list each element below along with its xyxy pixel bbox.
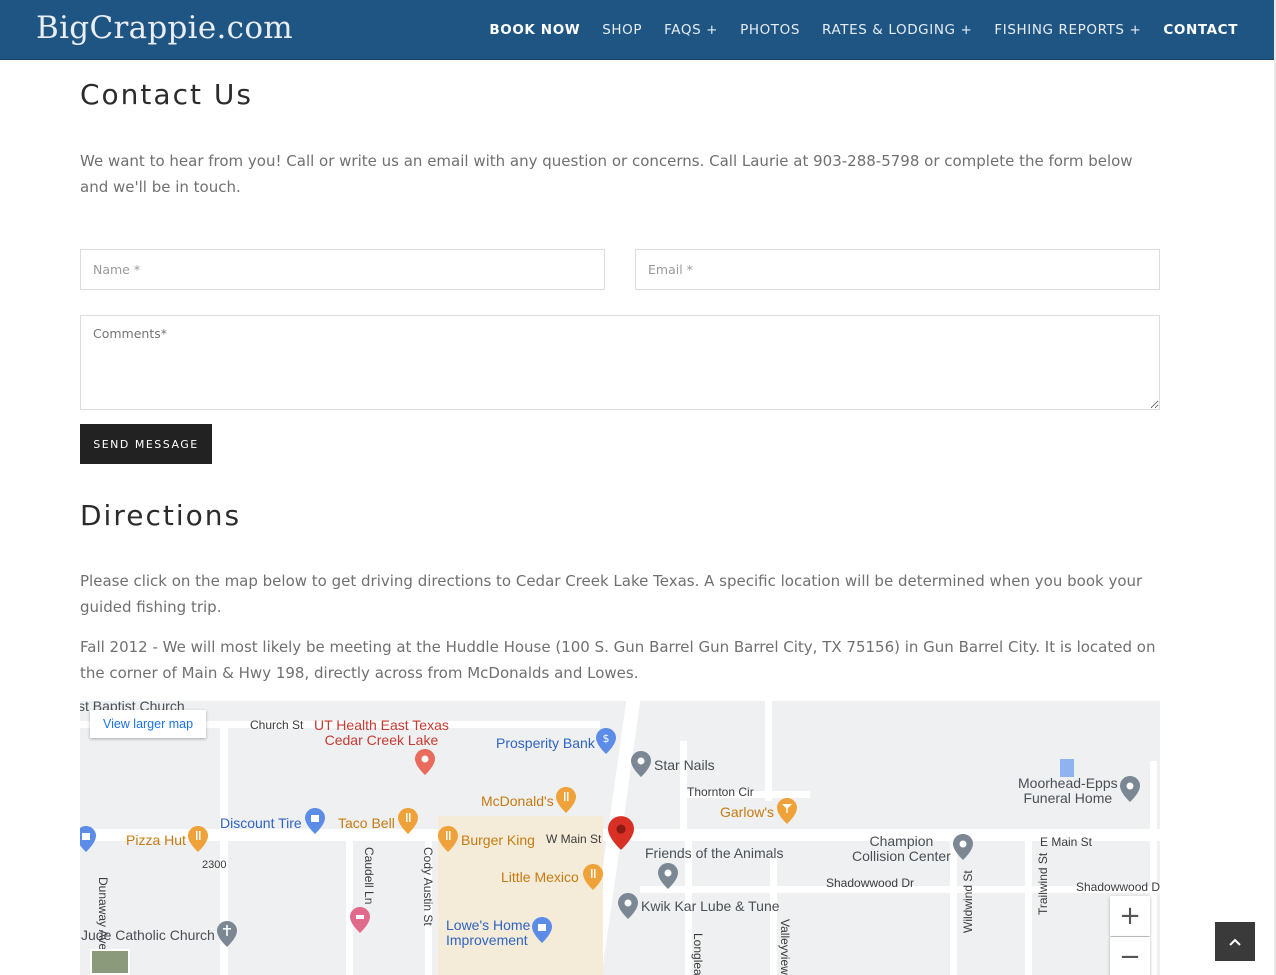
place-taco-bell[interactable]: Taco Bell xyxy=(338,815,395,831)
email-input[interactable] xyxy=(635,249,1160,290)
hotel-pin-icon[interactable] xyxy=(350,907,370,933)
place-garlows[interactable]: Garlow's xyxy=(720,804,774,820)
discount-tire-pin-icon[interactable] xyxy=(305,808,325,834)
nav-item-contact[interactable]: CONTACT xyxy=(1163,22,1238,38)
send-message-button[interactable]: SEND MESSAGE xyxy=(80,424,212,464)
google-map[interactable]: W Main St E Main St Church St Thornton C… xyxy=(80,701,1160,975)
zoom-out-button[interactable]: − xyxy=(1110,937,1150,975)
label-longleaf: Longlea xyxy=(691,933,705,975)
place-little-mexico[interactable]: Little Mexico xyxy=(501,869,579,885)
place-moorhead-epps[interactable]: Moorhead-Epps Funeral Home xyxy=(1018,776,1118,806)
place-prosperity-bank[interactable]: Prosperity Bank xyxy=(496,735,595,751)
label-hwy: 2300 xyxy=(202,859,227,871)
label-e-main: E Main St xyxy=(1040,835,1093,849)
bank-pin-icon[interactable]: $ xyxy=(596,728,616,754)
road-thornton-3 xyxy=(765,701,772,801)
little-mexico-pin-icon[interactable] xyxy=(583,864,603,890)
kwik-kar-pin-icon[interactable] xyxy=(618,893,638,919)
label-shadowwood-2: Shadowwood Dr xyxy=(1076,880,1160,894)
road-trailwind xyxy=(1025,841,1032,975)
directions-paragraph-1: Please click on the map below to get dri… xyxy=(80,572,1143,616)
label-cody: Cody Austin St xyxy=(421,847,435,926)
nav-item-photos[interactable]: PHOTOS xyxy=(740,22,800,38)
place-ut-health[interactable]: UT Health East Texas Cedar Creek Lake xyxy=(314,718,449,748)
label-church: Church St xyxy=(250,718,304,732)
place-mcdonalds[interactable]: McDonald's xyxy=(481,793,554,809)
road-wildwind xyxy=(950,841,957,975)
directions-paragraph-2: Fall 2012 - We will most likely be meeti… xyxy=(80,638,1156,682)
funeral-home-pin-icon[interactable] xyxy=(1120,776,1140,802)
place-burger-king[interactable]: Burger King xyxy=(461,832,535,848)
directions-title: Directions xyxy=(80,499,242,532)
location-marker-icon[interactable] xyxy=(608,815,634,851)
contact-intro: We want to hear from you! Call or write … xyxy=(80,152,1133,196)
burger-king-pin-icon[interactable] xyxy=(438,826,458,852)
view-larger-map-link[interactable]: View larger map xyxy=(90,710,206,738)
place-champion-collision[interactable]: Champion Collision Center xyxy=(852,834,951,864)
place-star-nails[interactable]: Star Nails xyxy=(654,757,715,773)
label-valleyview: Valleyview xyxy=(778,919,792,975)
collision-center-pin-icon[interactable] xyxy=(953,834,973,860)
ut-health-pin-icon[interactable] xyxy=(415,749,435,775)
road-thornton-1 xyxy=(680,741,687,831)
place-lowes[interactable]: Lowe's Home Improvement xyxy=(446,918,530,948)
svg-text:$: $ xyxy=(603,732,610,745)
label-w-main: W Main St xyxy=(546,832,602,846)
friends-animals-pin-icon[interactable] xyxy=(658,863,678,889)
store-pin-icon[interactable] xyxy=(80,826,96,852)
zoom-in-button[interactable]: + xyxy=(1110,896,1150,936)
place-kwik-kar[interactable]: Kwik Kar Lube & Tune xyxy=(641,898,780,914)
taco-bell-pin-icon[interactable] xyxy=(398,808,418,834)
church-pin-icon[interactable] xyxy=(217,921,237,947)
pizza-hut-pin-icon[interactable] xyxy=(188,826,208,852)
place-discount-tire[interactable]: Discount Tire xyxy=(220,815,302,831)
label-wildwind: Wildwind St xyxy=(961,870,975,933)
name-input[interactable] xyxy=(80,249,605,290)
map-blue-building xyxy=(1060,759,1074,777)
nav-item-book-now[interactable]: BOOK NOW xyxy=(489,22,580,38)
back-to-top-button[interactable] xyxy=(1215,922,1255,961)
site-logo[interactable]: BigCrappie.com xyxy=(36,10,293,46)
place-jude-church[interactable]: Jude Catholic Church xyxy=(81,927,215,943)
star-nails-pin-icon[interactable] xyxy=(631,751,651,777)
lowes-pin-icon[interactable] xyxy=(532,917,552,943)
label-trailwind: Trailwind St xyxy=(1036,852,1050,915)
label-shadowwood-1: Shadowwood Dr xyxy=(826,876,915,890)
place-friends-animals[interactable]: Friends of the Animals xyxy=(645,845,784,861)
chevron-up-icon xyxy=(1229,938,1241,946)
nav-item-shop[interactable]: SHOP xyxy=(602,22,642,38)
nav-item-rates-lodging[interactable]: RATES & LODGING + xyxy=(822,22,972,38)
label-thornton: Thornton Cir xyxy=(687,785,754,799)
label-caudell: Caudell Ln xyxy=(362,847,376,905)
contact-title: Contact Us xyxy=(80,78,253,111)
site-header: BigCrappie.com BOOK NOW SHOP FAQS + PHOTOS R… xyxy=(0,0,1276,60)
satellite-toggle[interactable] xyxy=(90,949,130,975)
bar-pin-icon[interactable] xyxy=(777,798,797,824)
nav-item-faqs[interactable]: FAQS + xyxy=(664,22,718,38)
comments-textarea[interactable] xyxy=(80,315,1160,410)
road-right xyxy=(1150,761,1157,975)
main-nav: BOOK NOW SHOP FAQS + PHOTOS RATES & LODGING … xyxy=(489,0,1238,60)
place-pizza-hut[interactable]: Pizza Hut xyxy=(126,832,186,848)
nav-item-fishing-reports[interactable]: FISHING REPORTS + xyxy=(994,22,1141,38)
mcdonalds-pin-icon[interactable] xyxy=(556,787,576,813)
